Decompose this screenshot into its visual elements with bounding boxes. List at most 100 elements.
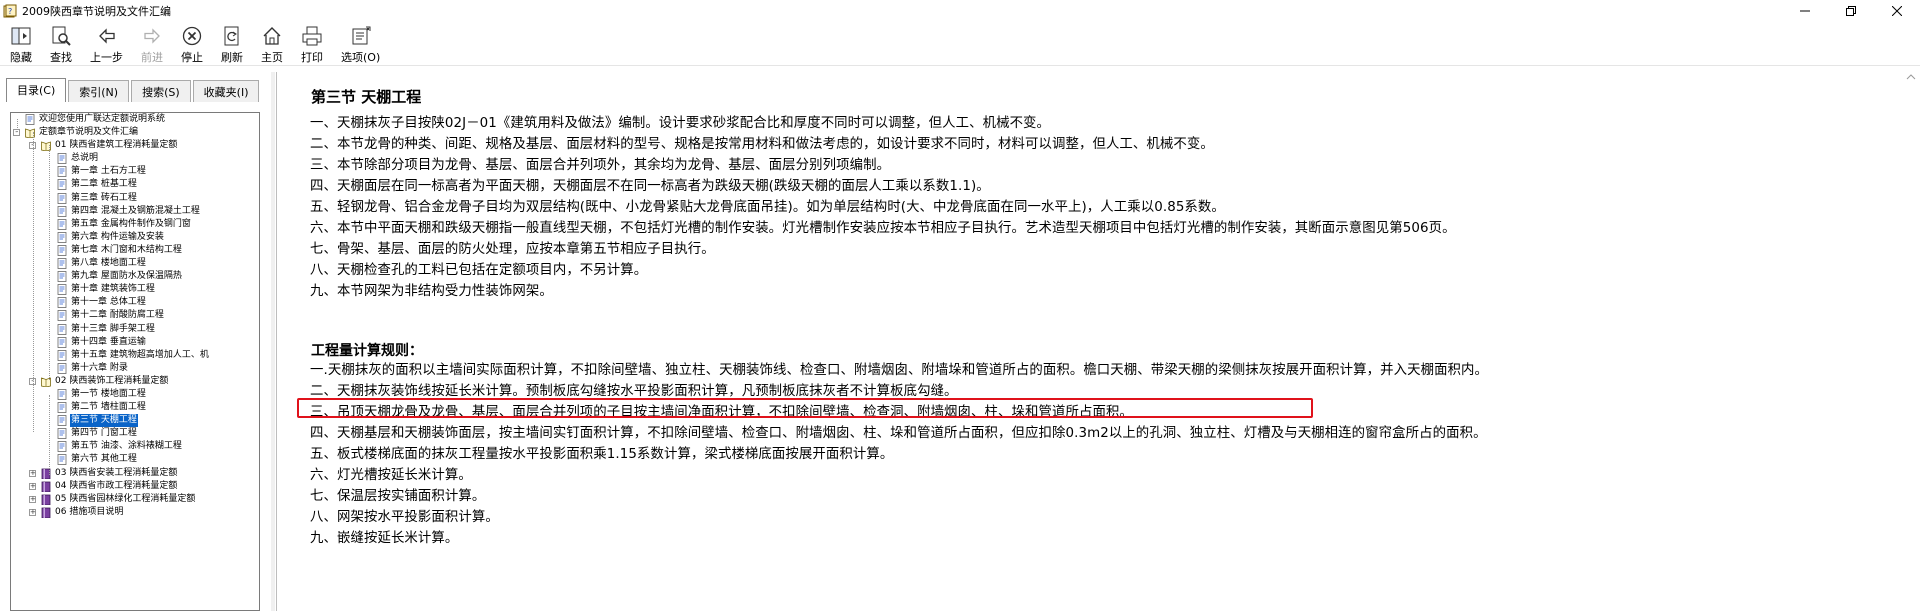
- page-icon: [57, 192, 67, 204]
- expand-icon[interactable]: +: [29, 495, 36, 503]
- page-icon: [57, 428, 67, 440]
- tree-item-label: 第十一章 总体工程: [71, 297, 146, 308]
- maximize-button[interactable]: [1828, 0, 1874, 21]
- tree-item[interactable]: 欢迎您使用广联达定额说明系统: [11, 113, 259, 126]
- page-icon: [57, 415, 67, 427]
- note-6: 六、本节中平面天棚和跌级天棚指一般直线型天棚，不包括灯光槽的制作安装。灯光槽制作…: [310, 221, 1456, 236]
- stop-icon: [182, 26, 202, 46]
- tab-favorites[interactable]: 收藏夹(I): [192, 80, 260, 102]
- rule-8: 八、网架按水平投影面积计算。: [310, 510, 499, 525]
- tree-item-label: 第二章 桩基工程: [71, 179, 137, 190]
- closed-book-icon: [41, 507, 51, 518]
- closed-book-icon: [41, 494, 51, 505]
- scroll-up-icon[interactable]: [1906, 72, 1916, 82]
- tree-connector: [33, 132, 34, 432]
- tree-item-label: 第七章 木门窗和木结构工程: [71, 244, 182, 255]
- rule-4: 四、天棚基层和天棚装饰面层，按主墙间实钉面积计算，不扣除间壁墙、检查口、附墙烟囱…: [310, 426, 1487, 441]
- print-label: 打印: [301, 51, 323, 64]
- find-label: 查找: [50, 51, 72, 64]
- hide-button[interactable]: 隐藏: [6, 22, 36, 66]
- find-button[interactable]: 查找: [46, 22, 76, 66]
- close-icon: [1892, 5, 1902, 16]
- page-icon: [57, 336, 67, 348]
- tree-item-label: 第九章 屋面防水及保温隔热: [71, 271, 182, 282]
- page-title: 第三节 天棚工程: [311, 88, 422, 106]
- note-7: 七、骨架、基层、面层的防火处理，应按本章第五节相应子目执行。: [310, 242, 715, 257]
- stop-label: 停止: [181, 51, 203, 64]
- print-icon: [302, 26, 322, 46]
- expand-icon[interactable]: +: [29, 482, 36, 490]
- tree-connector: [49, 395, 50, 475]
- expand-icon[interactable]: +: [29, 469, 36, 477]
- tree-item-label: 第十二章 耐酸防腐工程: [71, 310, 164, 321]
- tree-item-label: 第一章 土石方工程: [71, 166, 146, 177]
- tree-connector: [17, 119, 18, 132]
- tree-item-label: 03 陕西省安装工程消耗量定额: [55, 467, 178, 478]
- tree-connector: [49, 145, 50, 380]
- forward-button[interactable]: 前进: [137, 22, 167, 66]
- tree-item-label: 欢迎您使用广联达定额说明系统: [39, 114, 166, 124]
- close-button[interactable]: [1874, 0, 1920, 21]
- tab-search[interactable]: 搜索(S): [131, 80, 191, 102]
- tree-item-label: 第十五章 建筑物超高增加人工、机: [71, 349, 209, 360]
- note-4: 四、天棚面层在同一标高者为平面天棚，天棚面层不在同一标高者为跌级天棚(跌级天棚的…: [310, 179, 990, 194]
- page-icon: [57, 362, 67, 374]
- tree-item[interactable]: +06 措施项目说明: [11, 506, 259, 519]
- tree-item[interactable]: +04 陕西省市政工程消耗量定额: [11, 480, 259, 493]
- page-icon: [57, 179, 67, 191]
- closed-book-icon: [41, 481, 51, 492]
- tree-item-label: 第六章 构件运输及安装: [71, 231, 164, 242]
- contents-tree[interactable]: 欢迎您使用广联达定额说明系统 - 定额章节说明及文件汇编 -01 陕西省建筑工程消耗量…: [10, 112, 260, 611]
- page-icon: [57, 271, 67, 283]
- tree-item-label: 06 措施项目说明: [55, 506, 124, 517]
- back-button[interactable]: 上一步: [86, 22, 127, 66]
- refresh-button[interactable]: 刷新: [217, 22, 247, 66]
- tree-item-label: 第十四章 垂直运输: [71, 336, 146, 347]
- minimize-button[interactable]: [1782, 0, 1828, 21]
- page-icon: [57, 153, 67, 165]
- page-icon: [57, 205, 67, 217]
- back-label: 上一步: [90, 51, 123, 64]
- tree-item-label: 第八章 楼地面工程: [71, 258, 146, 269]
- note-1: 一、天棚抹灰子目按陕02J－01《建筑用料及做法》编制。设计要求砂浆配合比和厚度…: [310, 116, 1051, 131]
- tree-item[interactable]: +05 陕西省园林绿化工程消耗量定额: [11, 493, 259, 506]
- tree-item-label: 第五节 油漆、涂料裱糊工程: [71, 441, 182, 452]
- content-pane: 第三节 天棚工程 一、天棚抹灰子目按陕02J－01《建筑用料及做法》编制。设计要…: [276, 72, 1920, 611]
- tree-item-label: 第一节 楼地面工程: [71, 388, 146, 399]
- rules-heading: 工程量计算规则：: [311, 343, 423, 359]
- navigation-pane: 目录(C) 索引(N) 搜索(S) 收藏夹(I) 欢迎您使用广联达定额说明系统 -…: [0, 72, 271, 611]
- rule-6: 六、灯光槽按延长米计算。: [310, 468, 472, 483]
- tree-item-label: 第十章 建筑装饰工程: [71, 284, 155, 295]
- note-5: 五、轻钢龙骨、铝合金龙骨子目均为双层结构(既中、小龙骨紧贴大龙骨底面吊挂)。如为…: [310, 200, 1225, 215]
- page-icon: [57, 258, 67, 269]
- tree-item-label: 04 陕西省市政工程消耗量定额: [55, 480, 178, 491]
- print-button[interactable]: 打印: [297, 22, 327, 66]
- minimize-icon: [1800, 10, 1810, 11]
- page-icon: [57, 284, 67, 296]
- tree-item[interactable]: - 定额章节说明及文件汇编: [11, 126, 259, 139]
- tab-contents[interactable]: 目录(C): [6, 78, 67, 102]
- tree-item-label: 01 陕西省建筑工程消耗量定额: [55, 140, 178, 151]
- home-button[interactable]: 主页: [257, 22, 287, 66]
- stop-button[interactable]: 停止: [177, 22, 207, 66]
- pane-splitter[interactable]: [271, 72, 275, 611]
- note-3: 三、本节除部分项目为龙骨、基层、面层合并列项外，其余均为龙骨、基层、面层分别列项…: [310, 158, 891, 173]
- tree-item-label: 第四节 门窗工程: [71, 428, 137, 439]
- tree-item-label: 第三章 砖石工程: [71, 192, 137, 203]
- rule-2: 二、天棚抹灰装饰线按延长米计算。预制板底勾缝按水平投影面积计算，凡预制板底抹灰者…: [310, 384, 958, 399]
- tree-item-label: 第二节 墙柱面工程: [71, 402, 146, 413]
- tree-item-label: 第六节 其他工程: [71, 454, 137, 465]
- page-icon: [57, 297, 67, 309]
- page-icon: [57, 218, 67, 230]
- tree-item-label: 第五章 金属构件制作及钢门窗: [71, 218, 191, 229]
- page-icon: [57, 323, 67, 335]
- window-title: 2009陕西章节说明及文件汇编: [22, 4, 171, 18]
- options-button[interactable]: 选项(O): [337, 22, 384, 66]
- refresh-label: 刷新: [221, 51, 243, 64]
- tree-item-label: 第三节 天棚工程: [69, 413, 139, 429]
- page-icon: [57, 441, 67, 453]
- title-bar: ? 2009陕西章节说明及文件汇编: [0, 0, 1920, 21]
- tree-item-label: 定额章节说明及文件汇编: [39, 127, 139, 138]
- expand-icon[interactable]: +: [29, 508, 36, 516]
- tab-index[interactable]: 索引(N): [68, 80, 130, 102]
